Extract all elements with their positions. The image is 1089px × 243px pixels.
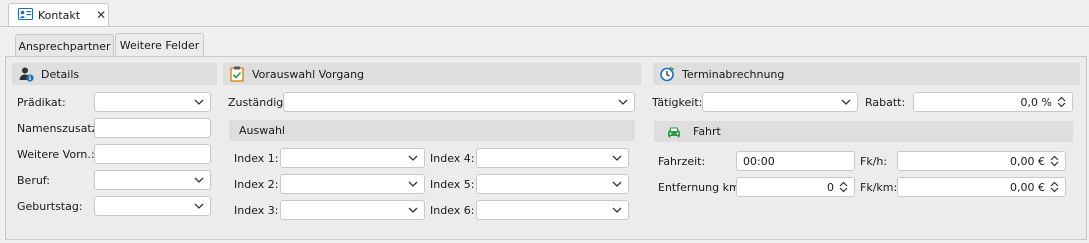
field-label-weitere-vorn: Weitere Vorn.: [17,147,95,161]
chevron-down-icon [612,205,622,215]
chevron-down-icon [408,153,418,163]
field-label-geburtstag: Geburtstag: [17,199,83,213]
field-label-namenszusatz: Namenszusatz: [17,121,102,135]
fkkm-value: 0,00 € [1010,180,1045,194]
section-title: Vorauswahl Vorgang [252,67,365,81]
contact-card-icon [18,7,33,23]
field-label-zustaendig: Zuständig: [228,95,287,109]
praedikat-select[interactable] [94,92,211,112]
section-title: Details [41,67,80,81]
tab-label: Weitere Felder [119,39,200,52]
person-info-icon [18,66,34,82]
field-label-taetigkeit: Tätigkeit: [652,95,703,109]
fkh-value: 0,00 € [1010,154,1045,168]
field-label-rabatt: Rabatt: [865,95,906,109]
car-icon [667,125,681,139]
doc-tab-kontakt[interactable]: Kontakt ✕ [8,3,109,26]
chevron-down-icon [408,179,418,189]
close-icon[interactable]: ✕ [96,9,106,21]
auswahl-subheader: Auswahl [229,120,635,141]
fkh-spinbox[interactable]: 0,00 € [897,151,1066,171]
field-label-index-4: Index 4: [430,151,475,165]
rabatt-value: 0,0 % [1020,95,1052,109]
chevron-down-icon [408,205,418,215]
subsection-title: Fahrt [693,125,721,138]
chevron-down-icon [194,175,204,185]
chevron-down-icon [194,97,204,107]
spin-updown-icon[interactable] [1050,181,1059,193]
fkkm-spinbox[interactable]: 0,00 € [897,177,1066,197]
field-label-fkkm: Fk/km: [860,180,898,194]
chevron-down-icon [612,179,622,189]
beruf-select[interactable] [94,170,211,190]
entfernung-spinbox[interactable]: 0 [736,177,855,197]
tab-strip-divider [0,26,1089,27]
section-details-header: Details [12,63,217,85]
tab-weitere-felder[interactable]: Weitere Felder [115,33,204,57]
spin-updown-icon[interactable] [1050,155,1059,167]
tab-ansprechpartner[interactable]: Ansprechpartner [15,34,114,57]
field-label-praedikat: Prädikat: [17,95,66,109]
chevron-down-icon [841,97,851,107]
doc-tab-label: Kontakt [38,8,81,22]
field-label-fkh: Fk/h: [860,154,888,168]
index-2-select[interactable] [280,174,425,194]
field-label-index-1: Index 1: [234,151,279,165]
spin-updown-icon[interactable] [839,181,848,193]
spin-updown-icon[interactable] [1057,96,1066,108]
chevron-down-icon [612,153,622,163]
section-title: Terminabrechnung [682,67,785,81]
fahrzeit-value: 00:00 [743,154,775,168]
tab-label: Ansprechpartner [18,39,111,53]
zustaendig-select[interactable] [283,92,635,112]
taetigkeit-select[interactable] [702,92,858,112]
index-3-select[interactable] [280,200,425,220]
field-label-fahrzeit: Fahrzeit: [658,154,706,168]
index-1-select[interactable] [280,148,425,168]
field-label-index-6: Index 6: [430,203,475,217]
index-4-select[interactable] [476,148,629,168]
geburtstag-picker[interactable] [94,196,211,216]
weitere-vorn-input[interactable] [94,144,211,164]
clipboard-check-icon [229,66,245,82]
rabatt-spinbox[interactable]: 0,0 % [913,92,1073,112]
field-label-index-2: Index 2: [234,177,279,191]
namenszusatz-input[interactable] [94,118,211,138]
entfernung-value: 0 [827,180,834,194]
index-5-select[interactable] [476,174,629,194]
section-vorauswahl-header: Vorauswahl Vorgang [223,63,641,85]
clock-refresh-icon [659,66,675,82]
field-label-index-3: Index 3: [234,203,279,217]
field-label-entfernung: Entfernung km: [658,180,744,194]
field-label-beruf: Beruf: [17,173,50,187]
field-label-index-5: Index 5: [430,177,475,191]
section-terminabrechnung-header: Terminabrechnung [653,63,1080,85]
fahrt-subheader: Fahrt [654,121,1073,142]
fahrzeit-input[interactable]: 00:00 [736,151,855,171]
index-6-select[interactable] [476,200,629,220]
subsection-title: Auswahl [239,124,285,137]
chevron-down-icon [194,201,204,211]
chevron-down-icon [618,97,628,107]
